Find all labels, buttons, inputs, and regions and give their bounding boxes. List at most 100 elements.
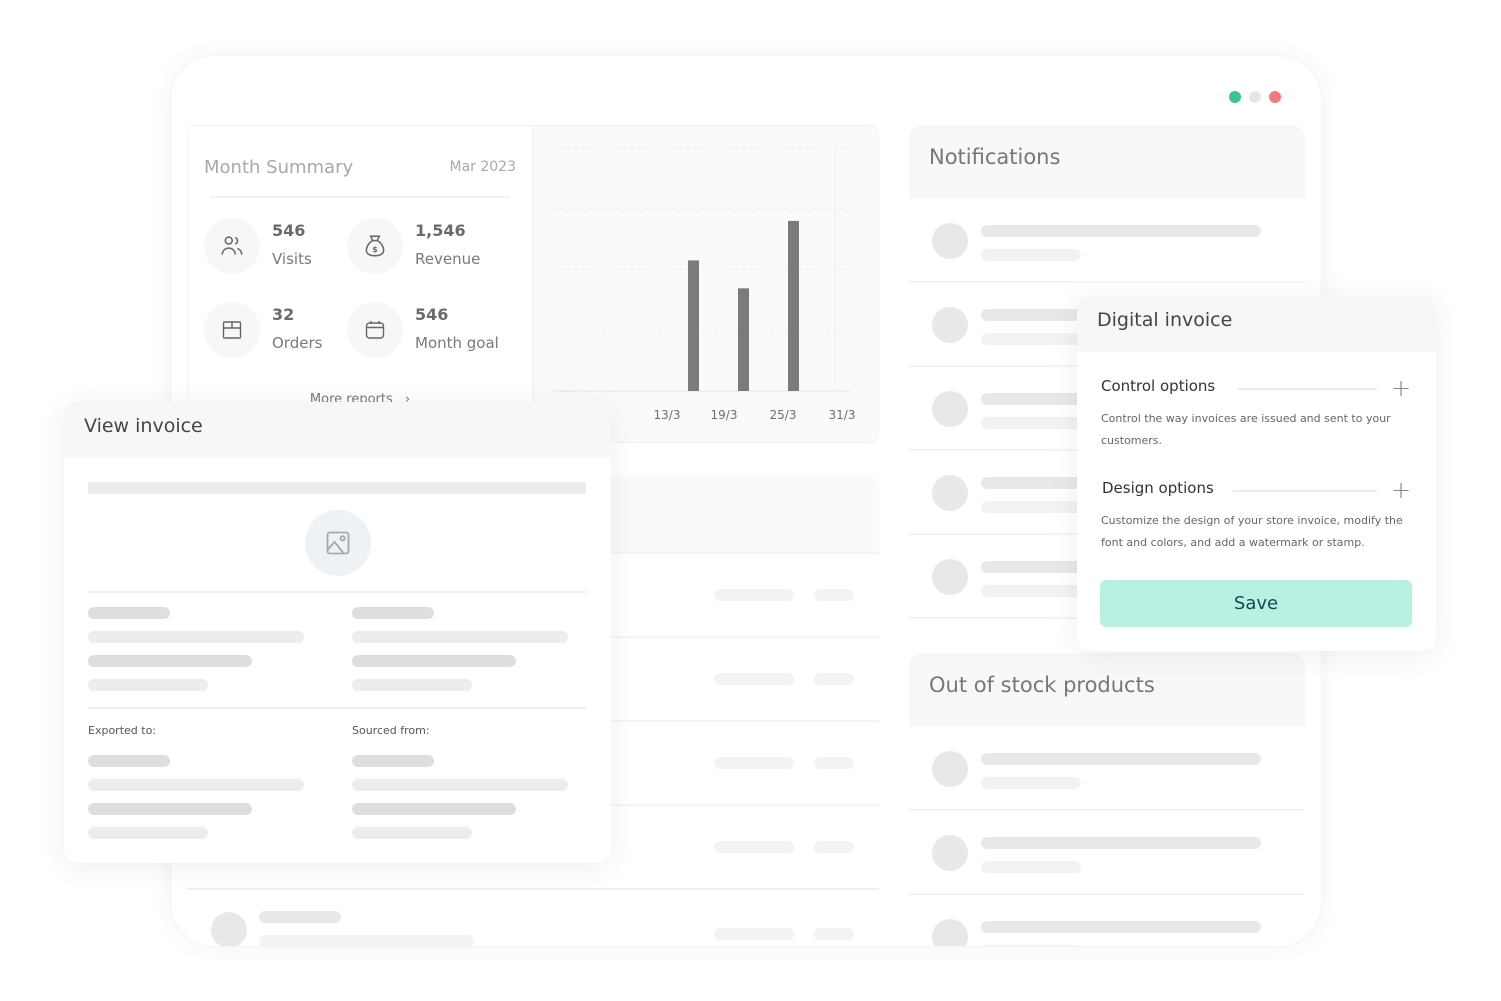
avatar	[932, 751, 968, 787]
avatar	[211, 912, 247, 946]
avatar	[932, 223, 968, 259]
skeleton-line	[259, 935, 474, 946]
digital-invoice-modal: Digital invoice Control options + Contro…	[1077, 296, 1436, 651]
image-icon	[305, 510, 371, 576]
design-options-description: Customize the design of your store invoi…	[1101, 514, 1403, 549]
skeleton-line	[88, 482, 586, 494]
skeleton-line	[981, 921, 1261, 933]
divider	[1233, 490, 1377, 492]
stat-label: Visits	[272, 250, 312, 268]
skeleton-line	[88, 679, 208, 691]
chart-card: 7/313/319/325/331/3	[533, 125, 879, 443]
skeleton-line	[88, 779, 304, 791]
box-icon	[204, 302, 260, 358]
list-item[interactable]	[909, 895, 1305, 946]
skeleton-line	[981, 417, 1081, 429]
stat-label: Orders	[272, 334, 323, 352]
avatar	[932, 475, 968, 511]
save-button[interactable]: Save	[1100, 580, 1412, 627]
stat-revenue: $ 1,546 Revenue	[347, 218, 480, 274]
avatar	[932, 919, 968, 946]
skeleton-line	[814, 928, 854, 940]
stat-value: 546	[272, 221, 306, 240]
stat-visits: 546 Visits	[204, 218, 312, 274]
skeleton-line	[814, 673, 854, 685]
avatar	[932, 307, 968, 343]
list-item[interactable]	[909, 727, 1305, 811]
divider	[88, 591, 586, 593]
skeleton-line	[981, 225, 1261, 237]
stat-value: 1,546	[415, 221, 466, 240]
notifications-title: Notifications	[909, 125, 1305, 199]
skeleton-line	[814, 757, 854, 769]
stat-month-goal: 546 Month goal	[347, 302, 499, 358]
skeleton-line	[88, 655, 252, 667]
stat-orders: 32 Orders	[204, 302, 322, 358]
plus-icon[interactable]: +	[1391, 376, 1411, 400]
design-options-title: Design options	[1102, 479, 1214, 497]
stat-label: Revenue	[415, 250, 481, 268]
bar-22-3[interactable]	[738, 288, 749, 391]
month-summary-card: Month Summary Mar 2023 546 Visits $ 1,54…	[187, 125, 533, 425]
skeleton-line	[814, 589, 854, 601]
users-icon	[204, 218, 260, 274]
bar-chart: 7/313/319/325/331/3	[553, 147, 856, 422]
divider	[1237, 388, 1377, 390]
skeleton-line	[714, 841, 794, 853]
x-tick-label: 13/3	[654, 408, 681, 422]
avatar	[932, 835, 968, 871]
window-dot-close[interactable]	[1269, 91, 1281, 103]
skeleton-line	[714, 757, 794, 769]
bar-28-3[interactable]	[788, 220, 799, 391]
table-row[interactable]	[187, 888, 879, 946]
skeleton-line	[981, 501, 1081, 513]
window-dot-maximize[interactable]	[1229, 91, 1241, 103]
digital-invoice-title: Digital invoice	[1077, 296, 1436, 352]
skeleton-line	[88, 607, 170, 619]
skeleton-line	[814, 841, 854, 853]
skeleton-line	[88, 631, 304, 643]
skeleton-line	[981, 585, 1081, 597]
exported-label: Exported to:	[88, 724, 157, 737]
x-tick-label: 19/3	[711, 408, 738, 422]
summary-date: Mar 2023	[449, 159, 517, 175]
divider	[88, 707, 586, 709]
svg-text:$: $	[372, 245, 377, 254]
summary-title: Month Summary	[204, 156, 354, 178]
skeleton-line	[88, 827, 208, 839]
skeleton-line	[352, 631, 568, 643]
out-of-stock-title: Out of stock products	[909, 653, 1305, 727]
skeleton-line	[981, 861, 1081, 873]
divider	[210, 196, 510, 198]
sourced-label: Sourced from:	[352, 724, 430, 737]
skeleton-line	[352, 655, 516, 667]
control-options-title: Control options	[1101, 377, 1216, 395]
x-tick-label: 31/3	[829, 408, 856, 422]
avatar	[932, 391, 968, 427]
window-dot-minimize[interactable]	[1249, 91, 1261, 103]
list-item[interactable]	[909, 811, 1305, 895]
skeleton-line	[981, 249, 1081, 261]
skeleton-line	[714, 928, 794, 940]
skeleton-line	[981, 333, 1081, 345]
skeleton-line	[981, 777, 1081, 789]
skeleton-line	[714, 673, 794, 685]
control-options-description: Control the way invoices are issued and …	[1101, 412, 1391, 447]
skeleton-line	[352, 803, 516, 815]
list-item[interactable]	[909, 199, 1305, 283]
skeleton-line	[88, 755, 170, 767]
stat-label: Month goal	[415, 334, 499, 352]
skeleton-line	[352, 607, 434, 619]
view-invoice-title: View invoice	[64, 402, 611, 458]
skeleton-line	[88, 803, 252, 815]
bar-16-3[interactable]	[688, 260, 699, 391]
skeleton-line	[981, 753, 1261, 765]
stat-value: 32	[272, 305, 295, 324]
skeleton-line	[981, 945, 1081, 946]
window-controls	[1229, 91, 1281, 103]
skeleton-line	[981, 837, 1261, 849]
skeleton-line	[352, 755, 434, 767]
skeleton-line	[352, 679, 472, 691]
plus-icon[interactable]: +	[1391, 478, 1411, 502]
x-tick-label: 25/3	[770, 408, 797, 422]
